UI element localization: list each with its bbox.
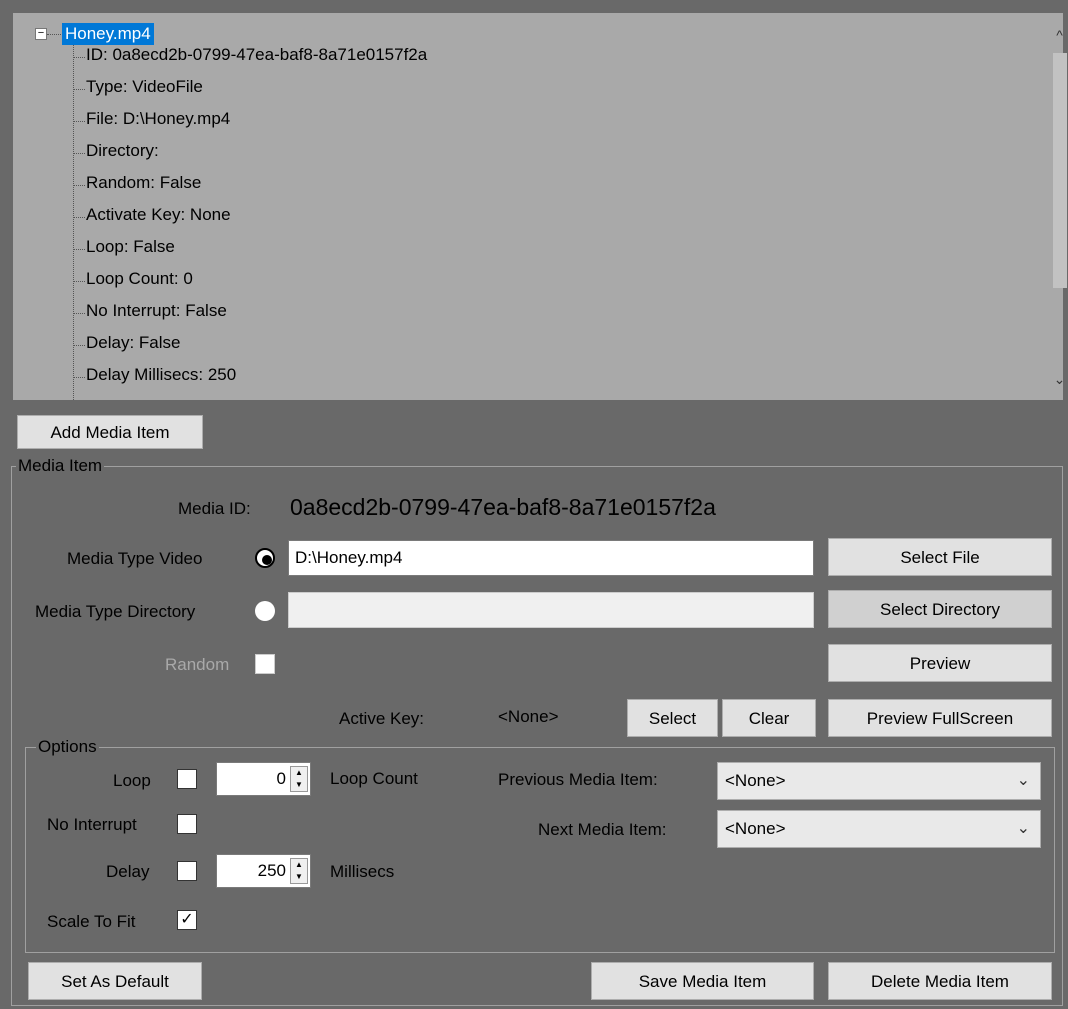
delay-checkbox[interactable] [177,861,197,881]
select-file-button[interactable]: Select File [828,538,1052,576]
tree-child-item[interactable]: No Interrupt: False [86,301,227,321]
add-media-item-button[interactable]: Add Media Item [17,415,203,449]
tree-connector [73,57,85,58]
media-item-legend: Media Item [16,456,105,476]
preview-button[interactable]: Preview [828,644,1052,682]
tree-connector [73,249,85,250]
preview-fullscreen-button[interactable]: Preview FullScreen [828,699,1052,737]
tree-connector [73,153,85,154]
loop-checkbox[interactable] [177,769,197,789]
tree-scrollbar[interactable]: ^ ⌄ [1051,13,1067,400]
media-id-label: Media ID: [178,499,251,518]
previous-media-label: Previous Media Item: [498,770,658,789]
millisecs-label: Millisecs [330,862,395,881]
spin-down-icon[interactable]: ▼ [291,871,307,883]
save-media-item-button[interactable]: Save Media Item [591,962,814,1000]
spin-buttons[interactable]: ▲ ▼ [290,766,308,792]
tree-connector [73,217,85,218]
media-type-directory-label: Media Type Directory [35,602,196,621]
active-key-label: Active Key: [339,709,425,728]
set-as-default-button[interactable]: Set As Default [28,962,202,1000]
tree-connector [73,89,85,90]
media-type-video-label: Media Type Video [67,549,203,568]
active-key-value: <None> [498,707,559,726]
media-tree-view[interactable]: − Honey.mp4 ID: 0a8ecd2b-0799-47ea-baf8-… [13,13,1063,400]
tree-child-item[interactable]: Loop Count: 0 [86,269,193,289]
scale-to-fit-label: Scale To Fit [47,912,136,931]
options-legend: Options [36,737,99,757]
clear-key-button[interactable]: Clear [722,699,816,737]
next-media-label: Next Media Item: [538,820,667,839]
select-directory-button[interactable]: Select Directory [828,590,1052,628]
delay-label: Delay [106,862,150,881]
delay-stepper[interactable]: 250 ▲ ▼ [216,854,311,888]
loop-count-stepper[interactable]: 0 ▲ ▼ [216,762,311,796]
spin-down-icon[interactable]: ▼ [291,779,307,791]
collapse-icon[interactable]: − [35,28,47,40]
tree-connector [73,377,85,378]
loop-label: Loop [113,771,151,790]
media-id-value: 0a8ecd2b-0799-47ea-baf8-8a71e0157f2a [290,494,716,520]
media-type-video-radio[interactable] [255,548,275,568]
next-media-select[interactable]: <None> ⌄ [717,810,1041,848]
tree-connector [73,313,85,314]
tree-connector [73,345,85,346]
chevron-down-icon: ⌄ [1016,820,1030,837]
scroll-down-icon[interactable]: ⌄ [1051,371,1068,388]
tree-child-item[interactable]: Random: False [86,173,201,193]
tree-connector [73,45,74,400]
chevron-down-icon: ⌄ [1016,772,1030,789]
tree-child-item[interactable]: Directory: [86,141,159,161]
tree-connector [73,281,85,282]
delay-value: 250 [257,861,286,880]
spin-up-icon[interactable]: ▲ [291,767,307,779]
previous-media-value: <None> [725,771,786,790]
tree-child-item[interactable]: Delay Millisecs: 250 [86,365,236,385]
scroll-thumb[interactable] [1053,53,1067,288]
tree-connector [73,121,85,122]
tree-child-item[interactable]: Type: VideoFile [86,77,203,97]
spin-up-icon[interactable]: ▲ [291,859,307,871]
tree-child-item[interactable]: Activate Key: None [86,205,231,225]
directory-path-field[interactable] [288,592,814,628]
tree-child-item[interactable]: Delay: False [86,333,180,353]
media-type-directory-radio[interactable] [255,601,275,621]
tree-root-item[interactable]: Honey.mp4 [62,23,154,45]
video-path-field[interactable]: D:\Honey.mp4 [288,540,814,576]
scroll-up-icon[interactable]: ^ [1051,27,1068,44]
delete-media-item-button[interactable]: Delete Media Item [828,962,1052,1000]
no-interrupt-label: No Interrupt [47,815,137,834]
next-media-value: <None> [725,819,786,838]
loop-count-label: Loop Count [330,769,418,788]
select-key-button[interactable]: Select [627,699,718,737]
previous-media-select[interactable]: <None> ⌄ [717,762,1041,800]
tree-connector [47,34,61,35]
tree-child-item[interactable]: ID: 0a8ecd2b-0799-47ea-baf8-8a71e0157f2a [86,45,427,65]
tree-child-item[interactable]: File: D:\Honey.mp4 [86,109,230,129]
random-checkbox[interactable] [255,654,275,674]
tree-child-item[interactable]: Loop: False [86,237,175,257]
scale-to-fit-checkbox[interactable]: ✓ [177,910,197,930]
random-label: Random [165,655,230,674]
loop-count-value: 0 [276,769,286,788]
tree-connector [73,185,85,186]
no-interrupt-checkbox[interactable] [177,814,197,834]
spin-buttons[interactable]: ▲ ▼ [290,858,308,884]
